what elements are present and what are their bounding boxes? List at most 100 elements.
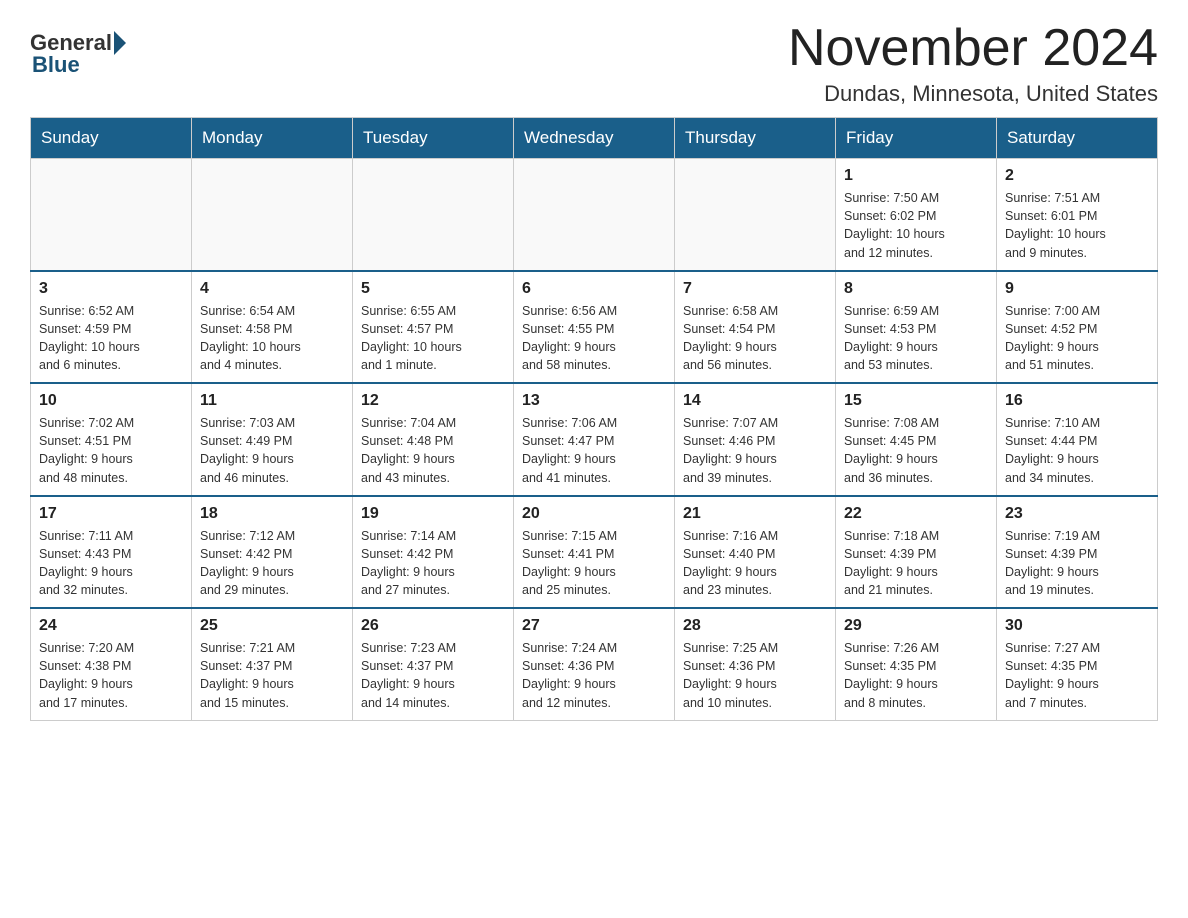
day-info: Sunrise: 7:12 AM Sunset: 4:42 PM Dayligh…: [200, 527, 344, 600]
calendar-day-cell: 17Sunrise: 7:11 AM Sunset: 4:43 PM Dayli…: [31, 496, 192, 609]
calendar-week-row: 1 Sunrise: 7:50 AM Sunset: 6:02 PM Daylig…: [31, 159, 1158, 271]
day-info: Sunrise: 7:10 AM Sunset: 4:44 PM Dayligh…: [1005, 414, 1149, 487]
calendar-day-cell: 26 Sunrise: 7:23 AM Sunset: 4:37 PM Dayli…: [353, 608, 514, 720]
day-info: Sunrise: 7:15 AM Sunset: 4:41 PM Dayligh…: [522, 527, 666, 600]
day-number: 20: [522, 505, 666, 523]
calendar-week-row: 17Sunrise: 7:11 AM Sunset: 4:43 PM Dayli…: [31, 496, 1158, 609]
calendar-day-cell: 3 Sunrise: 6:52 AM Sunset: 4:59 PM Daylig…: [31, 271, 192, 384]
day-info: Sunrise: 6:55 AM Sunset: 4:57 PM Dayligh…: [361, 302, 505, 375]
weekday-header-tuesday: Tuesday: [353, 118, 514, 159]
calendar-day-cell: 29Sunrise: 7:26 AM Sunset: 4:35 PM Dayli…: [836, 608, 997, 720]
calendar-day-cell: [353, 159, 514, 271]
logo: General Blue: [30, 30, 128, 78]
calendar-day-cell: 18 Sunrise: 7:12 AM Sunset: 4:42 PM Dayli…: [192, 496, 353, 609]
calendar-day-cell: [675, 159, 836, 271]
calendar-day-cell: 30Sunrise: 7:27 AM Sunset: 4:35 PM Dayli…: [997, 608, 1158, 720]
day-number: 7: [683, 280, 827, 298]
day-info: Sunrise: 7:06 AM Sunset: 4:47 PM Dayligh…: [522, 414, 666, 487]
calendar-day-cell: 12 Sunrise: 7:04 AM Sunset: 4:48 PM Dayli…: [353, 383, 514, 496]
day-info: Sunrise: 7:00 AM Sunset: 4:52 PM Dayligh…: [1005, 302, 1149, 375]
day-number: 6: [522, 280, 666, 298]
day-info: Sunrise: 7:08 AM Sunset: 4:45 PM Dayligh…: [844, 414, 988, 487]
day-number: 25: [200, 617, 344, 635]
calendar-subtitle: Dundas, Minnesota, United States: [788, 81, 1158, 107]
day-info: Sunrise: 7:21 AM Sunset: 4:37 PM Dayligh…: [200, 639, 344, 712]
calendar-day-cell: 16 Sunrise: 7:10 AM Sunset: 4:44 PM Dayli…: [997, 383, 1158, 496]
calendar-day-cell: 2 Sunrise: 7:51 AM Sunset: 6:01 PM Daylig…: [997, 159, 1158, 271]
calendar-day-cell: 24Sunrise: 7:20 AM Sunset: 4:38 PM Dayli…: [31, 608, 192, 720]
day-info: Sunrise: 7:51 AM Sunset: 6:01 PM Dayligh…: [1005, 189, 1149, 262]
calendar-day-cell: 25 Sunrise: 7:21 AM Sunset: 4:37 PM Dayli…: [192, 608, 353, 720]
day-number: 27: [522, 617, 666, 635]
calendar-day-cell: 22 Sunrise: 7:18 AM Sunset: 4:39 PM Dayli…: [836, 496, 997, 609]
calendar-day-cell: 7 Sunrise: 6:58 AM Sunset: 4:54 PM Daylig…: [675, 271, 836, 384]
calendar-week-row: 3 Sunrise: 6:52 AM Sunset: 4:59 PM Daylig…: [31, 271, 1158, 384]
calendar-day-cell: 13 Sunrise: 7:06 AM Sunset: 4:47 PM Dayli…: [514, 383, 675, 496]
day-number: 10: [39, 392, 183, 410]
day-number: 17: [39, 505, 183, 523]
day-info: Sunrise: 7:19 AM Sunset: 4:39 PM Dayligh…: [1005, 527, 1149, 600]
calendar-day-cell: [31, 159, 192, 271]
calendar-day-cell: 9 Sunrise: 7:00 AM Sunset: 4:52 PM Daylig…: [997, 271, 1158, 384]
calendar-week-row: 24Sunrise: 7:20 AM Sunset: 4:38 PM Dayli…: [31, 608, 1158, 720]
day-number: 30: [1005, 617, 1149, 635]
day-number: 24: [39, 617, 183, 635]
day-info: Sunrise: 7:04 AM Sunset: 4:48 PM Dayligh…: [361, 414, 505, 487]
logo-blue-text: Blue: [32, 52, 80, 78]
title-block: November 2024 Dundas, Minnesota, United …: [788, 20, 1158, 107]
day-number: 18: [200, 505, 344, 523]
day-info: Sunrise: 7:23 AM Sunset: 4:37 PM Dayligh…: [361, 639, 505, 712]
weekday-header-thursday: Thursday: [675, 118, 836, 159]
calendar-day-cell: 11Sunrise: 7:03 AM Sunset: 4:49 PM Dayli…: [192, 383, 353, 496]
calendar-day-cell: [192, 159, 353, 271]
calendar-day-cell: 1 Sunrise: 7:50 AM Sunset: 6:02 PM Daylig…: [836, 159, 997, 271]
calendar-day-cell: 10 Sunrise: 7:02 AM Sunset: 4:51 PM Dayli…: [31, 383, 192, 496]
weekday-header-friday: Friday: [836, 118, 997, 159]
day-number: 29: [844, 617, 988, 635]
day-info: Sunrise: 6:59 AM Sunset: 4:53 PM Dayligh…: [844, 302, 988, 375]
day-number: 8: [844, 280, 988, 298]
calendar-table: SundayMondayTuesdayWednesdayThursdayFrid…: [30, 117, 1158, 721]
day-number: 19: [361, 505, 505, 523]
day-number: 2: [1005, 167, 1149, 185]
day-info: Sunrise: 6:58 AM Sunset: 4:54 PM Dayligh…: [683, 302, 827, 375]
calendar-day-cell: 19 Sunrise: 7:14 AM Sunset: 4:42 PM Dayli…: [353, 496, 514, 609]
page-header: General Blue November 2024 Dundas, Minne…: [30, 20, 1158, 107]
weekday-header-saturday: Saturday: [997, 118, 1158, 159]
day-number: 15: [844, 392, 988, 410]
calendar-day-cell: 28Sunrise: 7:25 AM Sunset: 4:36 PM Dayli…: [675, 608, 836, 720]
day-info: Sunrise: 7:14 AM Sunset: 4:42 PM Dayligh…: [361, 527, 505, 600]
day-number: 3: [39, 280, 183, 298]
weekday-header-row: SundayMondayTuesdayWednesdayThursdayFrid…: [31, 118, 1158, 159]
calendar-day-cell: [514, 159, 675, 271]
day-number: 12: [361, 392, 505, 410]
day-info: Sunrise: 7:16 AM Sunset: 4:40 PM Dayligh…: [683, 527, 827, 600]
day-number: 9: [1005, 280, 1149, 298]
day-info: Sunrise: 7:03 AM Sunset: 4:49 PM Dayligh…: [200, 414, 344, 487]
weekday-header-monday: Monday: [192, 118, 353, 159]
calendar-day-cell: 21 Sunrise: 7:16 AM Sunset: 4:40 PM Dayli…: [675, 496, 836, 609]
weekday-header-wednesday: Wednesday: [514, 118, 675, 159]
day-number: 13: [522, 392, 666, 410]
day-info: Sunrise: 6:52 AM Sunset: 4:59 PM Dayligh…: [39, 302, 183, 375]
day-number: 5: [361, 280, 505, 298]
day-number: 14: [683, 392, 827, 410]
day-info: Sunrise: 6:56 AM Sunset: 4:55 PM Dayligh…: [522, 302, 666, 375]
day-number: 22: [844, 505, 988, 523]
calendar-day-cell: 5 Sunrise: 6:55 AM Sunset: 4:57 PM Daylig…: [353, 271, 514, 384]
day-info: Sunrise: 7:50 AM Sunset: 6:02 PM Dayligh…: [844, 189, 988, 262]
day-info: Sunrise: 7:18 AM Sunset: 4:39 PM Dayligh…: [844, 527, 988, 600]
day-number: 21: [683, 505, 827, 523]
calendar-day-cell: 15 Sunrise: 7:08 AM Sunset: 4:45 PM Dayli…: [836, 383, 997, 496]
day-number: 1: [844, 167, 988, 185]
day-info: Sunrise: 6:54 AM Sunset: 4:58 PM Dayligh…: [200, 302, 344, 375]
day-info: Sunrise: 7:24 AM Sunset: 4:36 PM Dayligh…: [522, 639, 666, 712]
day-number: 16: [1005, 392, 1149, 410]
logo-arrow-icon: [114, 31, 126, 55]
day-info: Sunrise: 7:25 AM Sunset: 4:36 PM Dayligh…: [683, 639, 827, 712]
day-info: Sunrise: 7:02 AM Sunset: 4:51 PM Dayligh…: [39, 414, 183, 487]
day-number: 26: [361, 617, 505, 635]
calendar-title: November 2024: [788, 20, 1158, 77]
calendar-day-cell: 20 Sunrise: 7:15 AM Sunset: 4:41 PM Dayli…: [514, 496, 675, 609]
day-info: Sunrise: 7:07 AM Sunset: 4:46 PM Dayligh…: [683, 414, 827, 487]
